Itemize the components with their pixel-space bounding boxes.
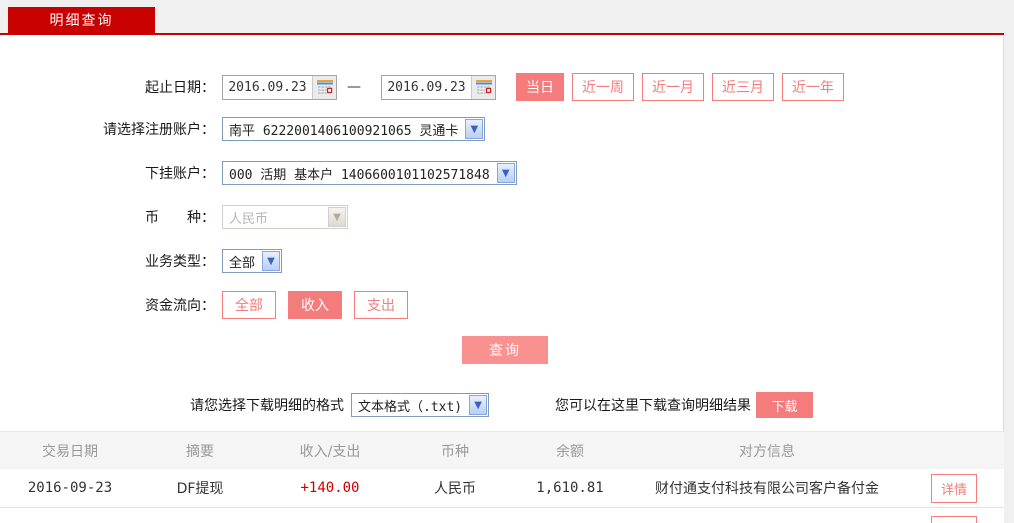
download-format-select[interactable]: 文本格式（.txt) ▼ (351, 393, 489, 417)
fund-flow-row: 资金流向： 全部 收入 支出 (0, 291, 1003, 319)
table-header-cell: 余额 (556, 443, 584, 460)
date-range-row: 起止日期： 2016.09.23 — 2016.09.23 当日 近一周 近一月… (0, 73, 1003, 101)
results-table: 交易日期 摘要 收入/支出 币种 余额 对方信息 2016-09-23 DF提现 +140.0… (0, 431, 1004, 523)
download-format-value: 文本格式（.txt) (358, 399, 463, 415)
download-row: 请您选择下载明细的格式 文本格式（.txt) ▼ 您可以在这里下载查询明细结果 … (0, 392, 1003, 418)
quick-range-button[interactable]: 当日 (516, 73, 564, 101)
biz-type-value: 全部 (229, 255, 256, 271)
biz-type-label: 业务类型： (145, 254, 215, 270)
sub-account-label: 下挂账户： (145, 166, 215, 182)
chevron-down-icon[interactable]: ▼ (262, 251, 281, 271)
register-account-value: 南平 6222001406100921065 灵通卡 (229, 123, 459, 139)
cell-currency: 人民币 (434, 481, 476, 497)
fund-flow-label: 资金流向： (145, 298, 215, 314)
calendar-icon[interactable] (312, 75, 336, 99)
sub-account-row: 下挂账户： 000 活期 基本户 1406600101102571848 ▼ (0, 161, 1003, 185)
table-header-cell: 交易日期 (42, 443, 98, 460)
cell-summary: DF提现 (176, 481, 224, 497)
download-button[interactable]: 下载 (756, 392, 813, 418)
detail-query-page: 明细查询 起止日期： 2016.09.23 — 2016.09.23 当日 近一… (0, 0, 1014, 523)
cell-counterparty: 财付通支付科技有限公司客户备付金 (655, 481, 879, 497)
currency-select: 人民币 ▼ (222, 205, 348, 229)
table-header-row: 交易日期 摘要 收入/支出 币种 余额 对方信息 (0, 431, 1004, 469)
table-row: 2016-09-23 DF提现 +140.00 人民币 1,610.81 财付通支付科技有… (0, 469, 1004, 508)
currency-value: 人民币 (229, 211, 269, 227)
cell-amount: +140.00 (300, 480, 360, 496)
sub-account-value: 000 活期 基本户 1406600101102571848 (229, 167, 490, 183)
date-range-separator: — (347, 79, 361, 95)
quick-range-button[interactable]: 近一月 (642, 73, 704, 101)
register-account-row: 请选择注册账户： 南平 6222001406100921065 灵通卡 ▼ (0, 117, 1003, 141)
table-row-partial: 详情 (0, 508, 1004, 523)
cell-date: 2016-09-23 (27, 480, 113, 496)
chevron-down-icon: ▼ (328, 207, 346, 227)
table-header-cell: 币种 (441, 443, 469, 460)
date-to-value: 2016.09.23 (387, 79, 466, 95)
download-format-label: 请您选择下载明细的格式 (190, 398, 344, 414)
date-range-label: 起止日期： (145, 80, 215, 96)
biz-type-row: 业务类型： 全部 ▼ (0, 249, 1003, 273)
date-from-value: 2016.09.23 (228, 79, 307, 95)
currency-label: 币种： (145, 210, 215, 226)
quick-range-button[interactable]: 近一周 (572, 73, 634, 101)
register-account-label: 请选择注册账户： (103, 122, 215, 138)
chevron-down-icon[interactable]: ▼ (469, 395, 488, 415)
tab-detail-query[interactable]: 明细查询 (8, 7, 155, 33)
quick-range-buttons: 当日 近一周 近一月 近三月 近一年 (508, 73, 844, 101)
table-header-cell: 摘要 (186, 443, 214, 460)
date-from-input[interactable]: 2016.09.23 (222, 74, 337, 100)
date-to-input[interactable]: 2016.09.23 (381, 74, 496, 100)
chevron-down-icon[interactable]: ▼ (496, 163, 515, 183)
register-account-select[interactable]: 南平 6222001406100921065 灵通卡 ▼ (222, 117, 486, 141)
fund-flow-button[interactable]: 收入 (288, 291, 342, 319)
quick-range-button[interactable]: 近三月 (712, 73, 774, 101)
currency-row: 币种： 人民币 ▼ (0, 205, 1003, 229)
fund-flow-buttons: 全部 收入 支出 (215, 291, 408, 319)
query-button[interactable]: 查询 (462, 336, 548, 364)
biz-type-select[interactable]: 全部 ▼ (222, 249, 283, 273)
detail-button[interactable]: 详情 (930, 516, 977, 523)
quick-range-button[interactable]: 近一年 (782, 73, 844, 101)
fund-flow-button[interactable]: 全部 (222, 291, 276, 319)
fund-flow-button[interactable]: 支出 (354, 291, 408, 319)
sub-account-select[interactable]: 000 活期 基本户 1406600101102571848 ▼ (222, 161, 517, 185)
download-hint: 您可以在这里下载查询明细结果 (555, 398, 751, 414)
top-tab-bar: 明细查询 (0, 0, 1014, 33)
table-header-cell: 对方信息 (739, 443, 795, 460)
query-form-panel: 起止日期： 2016.09.23 — 2016.09.23 当日 近一周 近一月… (0, 35, 1004, 523)
calendar-icon[interactable] (471, 75, 495, 99)
cell-balance: 1,610.81 (536, 480, 604, 496)
table-header-cell: 收入/支出 (299, 443, 361, 460)
chevron-down-icon[interactable]: ▼ (465, 119, 484, 139)
detail-button[interactable]: 详情 (930, 473, 977, 503)
table-body: 2016-09-23 DF提现 +140.00 人民币 1,610.81 财付通支付科技有… (0, 469, 1004, 508)
